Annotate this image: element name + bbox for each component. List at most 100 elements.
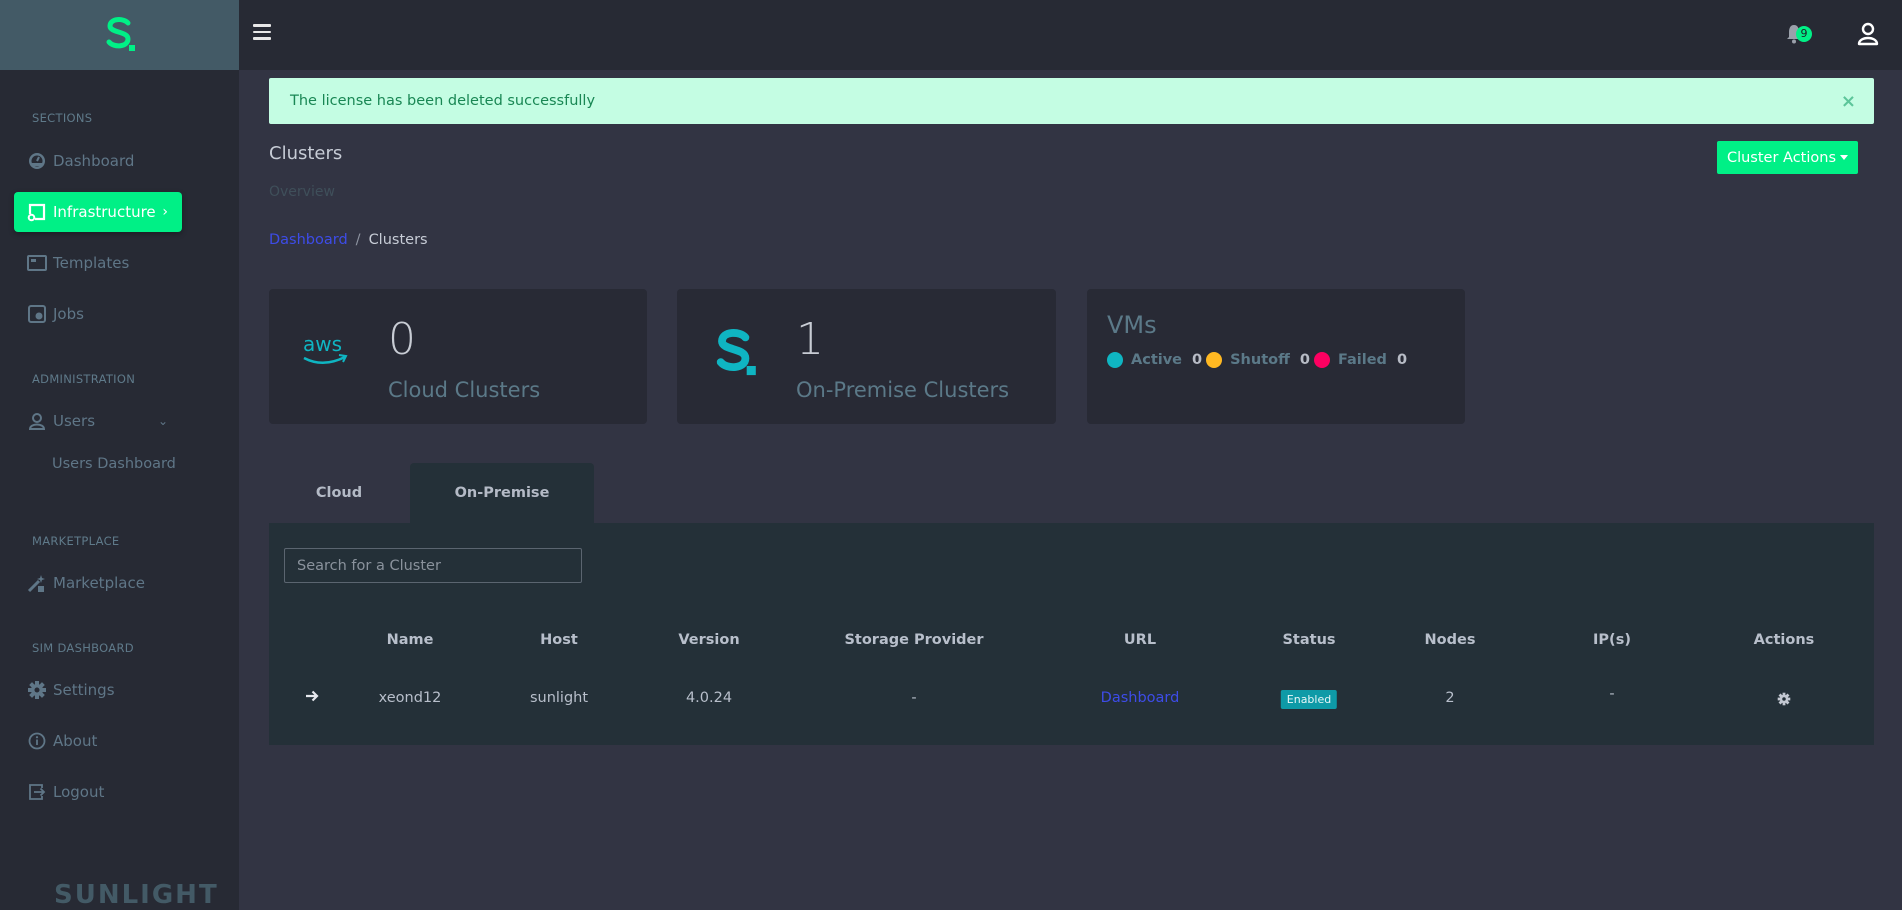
sidebar-item-jobs[interactable]: Jobs — [14, 294, 182, 334]
column-header-version[interactable]: Version — [678, 632, 739, 648]
column-header-status[interactable]: Status — [1282, 632, 1335, 648]
sidebar-item-label: About — [53, 732, 98, 750]
sidebar-item-marketplace[interactable]: Marketplace — [14, 563, 182, 603]
sidebar-item-label: Users — [53, 412, 96, 430]
top-bar: 9 — [239, 0, 1902, 70]
onprem-clusters-label: On-Premise Clusters — [796, 378, 1010, 402]
menu-toggle-icon[interactable] — [253, 24, 271, 40]
sidebar: SECTIONS Dashboard Infrastructure › Temp… — [0, 0, 239, 910]
aws-logo-icon: aws — [301, 331, 351, 375]
sidebar-item-label: Settings — [53, 681, 115, 699]
onprem-clusters-card: 1 On-Premise Clusters — [677, 289, 1056, 424]
close-icon[interactable]: × — [1841, 91, 1856, 112]
caret-down-icon — [1840, 155, 1849, 160]
notifications-badge: 9 — [1796, 26, 1812, 42]
column-header-host[interactable]: Host — [540, 632, 578, 648]
breadcrumb-separator: / — [355, 232, 361, 248]
breadcrumb-current: Clusters — [368, 232, 428, 248]
vms-card: VMs Active 0 Shutoff 0 Failed 0 — [1087, 289, 1465, 424]
chevron-down-icon: ⌄ — [157, 414, 168, 428]
failed-label: Failed — [1337, 352, 1387, 368]
sidebar-item-users[interactable]: Users ⌄ — [14, 401, 182, 441]
tab-on-premise[interactable]: On-Premise — [410, 463, 594, 523]
sidebar-item-dashboard[interactable]: Dashboard — [14, 141, 182, 181]
sidebar-item-label: Infrastructure — [53, 203, 156, 221]
column-header-nodes[interactable]: Nodes — [1425, 632, 1476, 648]
active-count: 0 — [1192, 352, 1203, 368]
sidebar-item-infrastructure[interactable]: Infrastructure › — [14, 192, 182, 232]
cell-version: 4.0.24 — [685, 690, 733, 706]
active-status-dot — [1107, 352, 1123, 368]
svg-text:aws: aws — [303, 332, 342, 356]
column-header-name[interactable]: Name — [387, 632, 434, 648]
cell-nodes: 2 — [1445, 690, 1455, 706]
page-subtitle: Overview — [269, 184, 335, 200]
page-title: Clusters — [269, 143, 343, 164]
user-icon — [1857, 22, 1879, 46]
column-header-actions: Actions — [1753, 632, 1815, 648]
cloud-clusters-card: aws 0 Cloud Clusters — [269, 289, 647, 424]
jobs-icon — [27, 304, 47, 324]
row-settings-gear-icon[interactable] — [1777, 691, 1791, 710]
template-icon — [27, 253, 47, 273]
cloud-clusters-count: 0 — [388, 314, 416, 365]
sidebar-item-label: Jobs — [53, 305, 84, 323]
cell-ips: - — [1609, 686, 1615, 702]
sidebar-footer-logo: SUNLIGHT — [54, 880, 219, 910]
user-menu-button[interactable] — [1857, 22, 1881, 48]
logout-icon — [27, 782, 47, 802]
sidebar-item-label: Logout — [53, 783, 105, 801]
failed-count: 0 — [1396, 352, 1408, 368]
sunlight-logo-icon — [106, 17, 135, 51]
success-alert: The license has been deleted successfull… — [269, 78, 1874, 124]
shutoff-count: 0 — [1299, 352, 1310, 368]
vm-status-row: Active 0 Shutoff 0 Failed 0 — [1107, 352, 1411, 368]
chevron-right-icon: › — [162, 204, 168, 220]
sidebar-subitem-users-dashboard[interactable]: Users Dashboard — [52, 456, 176, 472]
magic-wand-icon — [27, 573, 47, 593]
cell-storage-provider: - — [911, 690, 917, 706]
tab-cloud[interactable]: Cloud — [269, 463, 409, 523]
failed-status-dot — [1313, 352, 1330, 368]
gear-icon — [27, 680, 47, 700]
user-icon — [27, 411, 47, 431]
column-header-storage-provider[interactable]: Storage Provider — [844, 632, 983, 648]
alert-message: The license has been deleted successfull… — [290, 93, 596, 109]
column-header-ips[interactable]: IP(s) — [1593, 632, 1631, 648]
sidebar-item-logout[interactable]: Logout — [14, 772, 182, 812]
column-header-url[interactable]: URL — [1124, 632, 1156, 648]
cloud-clusters-label: Cloud Clusters — [388, 378, 541, 402]
cluster-actions-label: Cluster Actions — [1726, 149, 1837, 166]
cell-host: sunlight — [529, 690, 589, 706]
active-label: Active — [1131, 352, 1183, 368]
sidebar-item-templates[interactable]: Templates — [14, 243, 182, 283]
notifications-button[interactable]: 9 — [1786, 24, 1816, 48]
sidebar-item-label: Dashboard — [53, 152, 135, 170]
vms-title: VMs — [1107, 311, 1157, 339]
section-title-sections: SECTIONS — [32, 111, 93, 125]
sunlight-logo-icon — [709, 325, 761, 385]
cluster-actions-button[interactable]: Cluster Actions — [1717, 141, 1858, 174]
sidebar-item-label: Marketplace — [53, 574, 145, 592]
search-input[interactable] — [284, 548, 582, 583]
breadcrumb: Dashboard / Clusters — [269, 232, 428, 248]
brand-logo[interactable] — [0, 0, 239, 70]
onprem-clusters-count: 1 — [796, 314, 824, 365]
cell-url-link[interactable]: Dashboard — [1101, 690, 1180, 706]
sidebar-item-about[interactable]: About — [14, 721, 182, 761]
arrow-right-icon[interactable] — [305, 688, 319, 707]
section-title-marketplace: MARKETPLACE — [32, 534, 120, 548]
gauge-icon — [27, 151, 47, 171]
sidebar-item-settings[interactable]: Settings — [14, 670, 182, 710]
status-badge: Enabled — [1280, 690, 1338, 709]
cast-icon — [27, 202, 47, 222]
info-icon — [27, 731, 47, 751]
shutoff-status-dot — [1206, 352, 1223, 368]
clusters-panel: Name Host Version Storage Provider URL S… — [269, 523, 1874, 745]
cell-status: Enabled — [1280, 690, 1338, 709]
section-title-administration: ADMINISTRATION — [32, 372, 136, 386]
cell-name: xeond12 — [378, 690, 442, 706]
breadcrumb-dashboard-link[interactable]: Dashboard — [269, 232, 348, 248]
shutoff-label: Shutoff — [1230, 352, 1290, 368]
sidebar-item-label: Templates — [53, 254, 130, 272]
